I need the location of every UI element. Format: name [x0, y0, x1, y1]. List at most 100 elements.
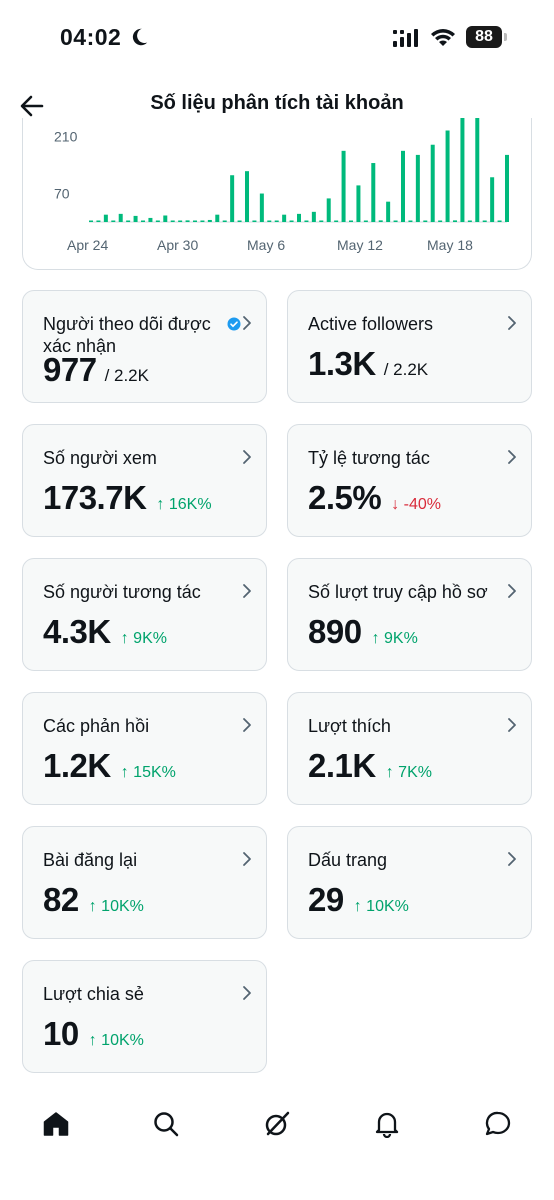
- chart-bar: [490, 177, 495, 222]
- x-tick-label: May 18: [427, 237, 473, 253]
- nav-search[interactable]: [146, 1104, 186, 1144]
- metric-change: ↑ 10K%: [88, 1032, 144, 1049]
- chart-bar: [386, 201, 391, 222]
- verified-badge-icon: [227, 317, 241, 331]
- chart-bar: [230, 175, 235, 222]
- metric-change: ↑ 9K%: [120, 630, 167, 647]
- chart-bar: [96, 220, 101, 222]
- metric-label-text: Dấu trang: [308, 850, 388, 870]
- metric-label: Dấu trang: [308, 849, 491, 871]
- chart-bar: [341, 150, 346, 222]
- metric-value: 1.2K: [43, 747, 111, 784]
- chart-bar: [393, 220, 398, 222]
- metric-card[interactable]: Tỷ lệ tương tác 2.5% ↓ -40%: [287, 424, 532, 537]
- chart-card[interactable]: 210 70 Apr 24 Apr 30 May 6 May 12 May 18: [22, 118, 532, 270]
- chart-bar: [304, 220, 309, 222]
- chart-bar: [155, 220, 160, 222]
- chart-bar: [163, 215, 168, 222]
- nav-home[interactable]: [36, 1104, 76, 1144]
- metric-label: Lượt chia sẻ: [43, 983, 226, 1005]
- metric-value: 29: [308, 881, 344, 918]
- metric-total: / 2.2K: [383, 360, 429, 379]
- home-icon: [43, 1112, 69, 1136]
- metric-total: / 2.2K: [104, 366, 149, 385]
- metric-card[interactable]: Số người xem 173.7K ↑ 16K%: [22, 424, 267, 537]
- nav-grok[interactable]: [257, 1104, 297, 1144]
- chart-bar: [274, 220, 279, 222]
- metric-value-row: 29 ↑ 10K%: [308, 881, 409, 919]
- metric-value: 890: [308, 613, 362, 650]
- metric-label-text: Lượt thích: [308, 716, 391, 736]
- metric-value: 173.7K: [43, 479, 147, 516]
- metric-label: Active followers: [308, 313, 491, 335]
- chart-bar: [237, 220, 242, 222]
- chart-bar: [207, 219, 212, 222]
- metric-label-text: Số lượt truy cập hồ sơ: [308, 582, 488, 602]
- chevron-right-icon: [508, 718, 516, 732]
- bottom-nav: [0, 1090, 554, 1160]
- metric-value-row: 10 ↑ 10K%: [43, 1015, 144, 1053]
- chevron-right-icon: [243, 852, 251, 866]
- x-tick-label: May 6: [247, 237, 285, 253]
- metric-change: ↑ 9K%: [371, 630, 418, 647]
- metric-label: Bài đăng lại: [43, 849, 226, 871]
- metric-card[interactable]: Lượt thích 2.1K ↑ 7K%: [287, 692, 532, 805]
- bell-icon: [375, 1112, 399, 1138]
- chart-bar: [259, 193, 264, 222]
- metric-card[interactable]: Bài đăng lại 82 ↑ 10K%: [22, 826, 267, 939]
- chart-bar: [401, 150, 405, 222]
- metric-card[interactable]: Số người tương tác 4.3K ↑ 9K%: [22, 558, 267, 671]
- chart-bar: [245, 171, 249, 222]
- chart-bar: [356, 185, 361, 222]
- chart-bar: [252, 220, 257, 222]
- metric-change: ↑ 7K%: [385, 764, 432, 781]
- metric-label: Các phản hồi: [43, 715, 226, 737]
- metric-label-text: Các phản hồi: [43, 716, 150, 736]
- chart-bar: [319, 220, 324, 222]
- chart-bar: [170, 220, 175, 222]
- chart-bar: [222, 220, 227, 222]
- search-icon: [154, 1112, 179, 1137]
- nav-messages[interactable]: [478, 1104, 518, 1144]
- chevron-right-icon: [508, 316, 516, 330]
- chevron-right-icon: [243, 450, 251, 464]
- metric-label-text: Người theo dõi được xác nhận: [43, 314, 211, 356]
- metric-value: 2.5%: [308, 479, 382, 516]
- metric-card[interactable]: Số lượt truy cập hồ sơ 890 ↑ 9K%: [287, 558, 532, 671]
- metric-value-row: 1.3K / 2.2K: [308, 345, 428, 383]
- chart-bar: [363, 220, 368, 222]
- metric-card[interactable]: Dấu trang 29 ↑ 10K%: [287, 826, 532, 939]
- metric-value-row: 173.7K ↑ 16K%: [43, 479, 212, 517]
- chevron-right-icon: [243, 584, 251, 598]
- chart-bar: [200, 220, 205, 222]
- chart-bar: [415, 154, 420, 222]
- metric-value: 4.3K: [43, 613, 111, 650]
- metric-label: Số người tương tác: [43, 581, 226, 603]
- chart-bar: [178, 220, 183, 222]
- metric-label: Tỷ lệ tương tác: [308, 447, 491, 469]
- battery-indicator: 88: [466, 26, 507, 48]
- metric-card[interactable]: Active followers 1.3K / 2.2K: [287, 290, 532, 403]
- metric-change: ↑ 10K%: [353, 898, 409, 915]
- signal-icon: [393, 29, 418, 47]
- grok-icon: [265, 1111, 290, 1136]
- chevron-right-icon: [508, 584, 516, 598]
- metric-value: 1.3K: [308, 345, 376, 382]
- metric-label-text: Lượt chia sẻ: [43, 984, 144, 1004]
- metric-value-row: 4.3K ↑ 9K%: [43, 613, 167, 651]
- chart-bar: [133, 215, 138, 222]
- y-tick-label: 70: [54, 186, 70, 202]
- chart-bar: [267, 220, 272, 222]
- chart-bar: [445, 130, 450, 222]
- chart-bar: [311, 211, 316, 222]
- metric-card[interactable]: Lượt chia sẻ 10 ↑ 10K%: [22, 960, 267, 1073]
- nav-notifications[interactable]: [367, 1104, 407, 1144]
- metric-value: 82: [43, 881, 79, 918]
- chart-bar: [438, 220, 443, 222]
- metric-card[interactable]: Các phản hồi 1.2K ↑ 15K%: [22, 692, 267, 805]
- chart-bar: [185, 220, 190, 222]
- metric-label: Lượt thích: [308, 715, 491, 737]
- bar-chart: 210 70 Apr 24 Apr 30 May 6 May 12 May 18: [54, 118, 509, 253]
- metric-card[interactable]: Người theo dõi được xác nhận 977 / 2.2K: [22, 290, 267, 403]
- chart-bar: [371, 163, 376, 222]
